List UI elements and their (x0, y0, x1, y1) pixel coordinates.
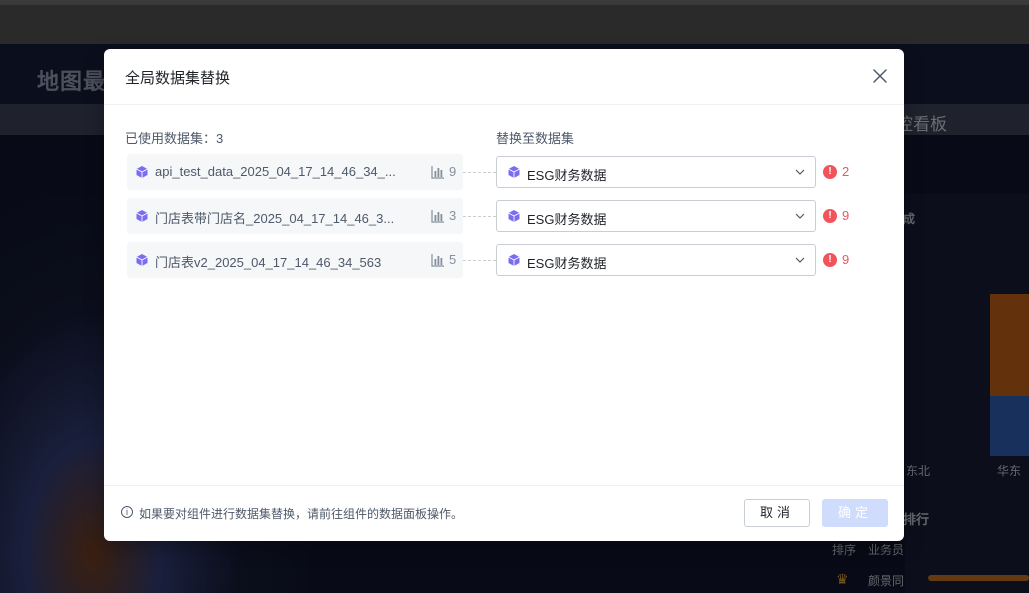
source-dataset-name: 门店表带门店名_2025_04_17_14_46_3... (155, 211, 395, 226)
source-usage-count: 9 (449, 164, 457, 179)
cancel-button[interactable]: 取消 (744, 499, 810, 527)
exclamation-circle-icon: ! (823, 253, 837, 267)
warning-count: 2 (842, 164, 850, 179)
bar-chart-icon (431, 166, 444, 179)
exclamation-circle-icon: ! (823, 209, 837, 223)
target-dataset-select[interactable]: ESG财务数据 (496, 244, 816, 276)
footer-tip: 如果要对组件进行数据集替换，请前往组件的数据面板操作。 (139, 507, 464, 521)
source-dataset-row: 门店表v2_2025_04_17_14_46_34_563 5 (127, 242, 463, 278)
source-dataset-name: 门店表v2_2025_04_17_14_46_34_563 (155, 255, 382, 270)
dataset-replace-dialog: 全局数据集替换 已使用数据集：3 替换至数据集 api_test_data_20… (104, 49, 904, 541)
source-usage-count: 5 (449, 252, 457, 267)
target-dataset-value: ESG财务数据 (527, 256, 607, 271)
info-circle-icon: i (121, 506, 133, 518)
warning-count: 9 (842, 208, 850, 223)
source-dataset-name: api_test_data_2025_04_17_14_46_34_... (155, 164, 396, 179)
cube-icon (508, 254, 520, 266)
target-dataset-value: ESG财务数据 (527, 168, 607, 183)
used-datasets-label: 已使用数据集：3 (125, 131, 224, 146)
warning-count: 9 (842, 252, 850, 267)
dialog-title: 全局数据集替换 (125, 70, 231, 87)
row-connector (463, 172, 496, 173)
target-dataset-value: ESG财务数据 (527, 212, 607, 227)
cube-icon (136, 254, 148, 266)
target-dataset-select[interactable]: ESG财务数据 (496, 156, 816, 188)
source-usage-count: 3 (449, 208, 457, 223)
cube-icon (508, 166, 520, 178)
field-mismatch-warning[interactable]: ! 9 (823, 251, 863, 271)
source-dataset-row: 门店表带门店名_2025_04_17_14_46_3... 3 (127, 198, 463, 234)
dialog-footer: i 如果要对组件进行数据集替换，请前往组件的数据面板操作。 取消 确定 (104, 485, 904, 541)
chevron-down-icon (795, 169, 805, 175)
confirm-button[interactable]: 确定 (822, 499, 888, 527)
source-dataset-row: api_test_data_2025_04_17_14_46_34_... 9 (127, 154, 463, 190)
chevron-down-icon (795, 257, 805, 263)
target-dataset-select[interactable]: ESG财务数据 (496, 200, 816, 232)
bar-chart-icon (431, 210, 444, 223)
close-icon[interactable] (870, 66, 890, 86)
field-mismatch-warning[interactable]: ! 2 (823, 163, 863, 183)
cube-icon (136, 210, 148, 222)
replace-target-label: 替换至数据集 (496, 131, 575, 146)
bar-chart-icon (431, 254, 444, 267)
chevron-down-icon (795, 213, 805, 219)
field-mismatch-warning[interactable]: ! 9 (823, 207, 863, 227)
row-connector (463, 260, 496, 261)
row-connector (463, 216, 496, 217)
cube-icon (136, 166, 148, 178)
cube-icon (508, 210, 520, 222)
exclamation-circle-icon: ! (823, 165, 837, 179)
dialog-header: 全局数据集替换 (104, 49, 904, 105)
